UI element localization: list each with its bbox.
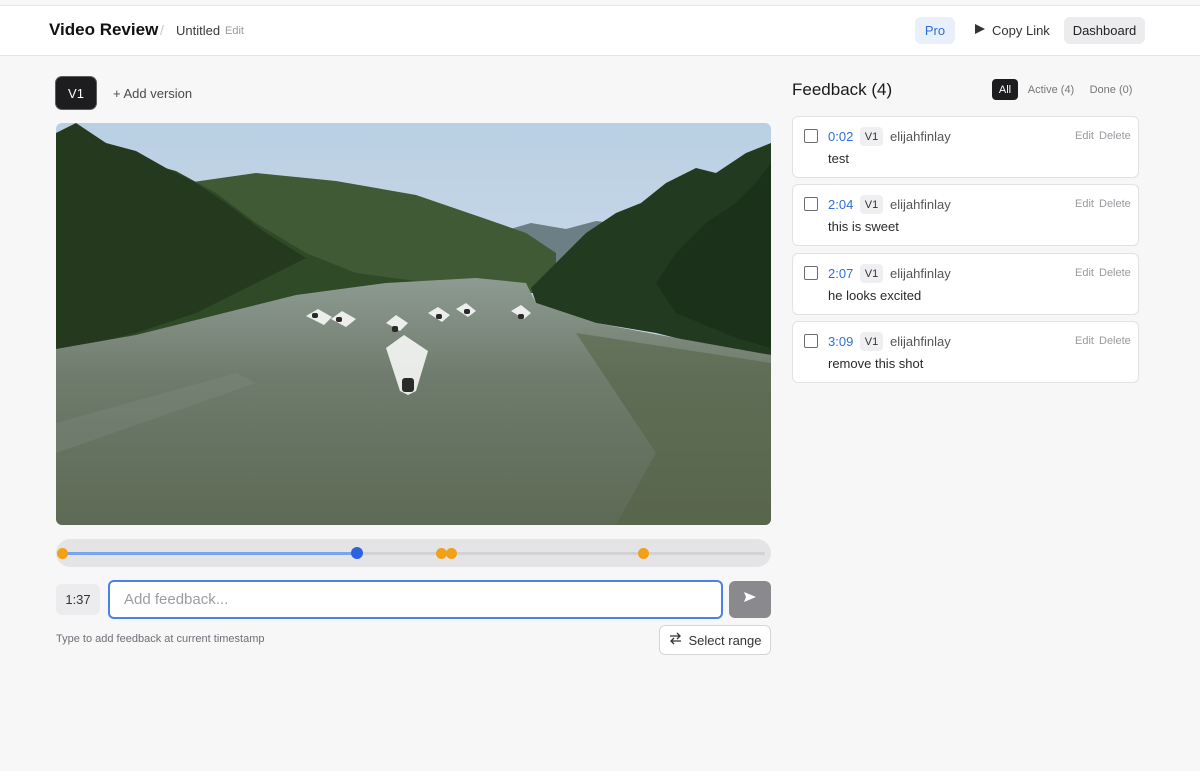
add-version-button[interactable]: + Add version bbox=[113, 86, 192, 101]
feedback-checkbox[interactable] bbox=[804, 129, 818, 143]
feedback-input[interactable] bbox=[108, 580, 723, 619]
feedback-text: this is sweet bbox=[828, 219, 899, 234]
feedback-edit-link[interactable]: Edit bbox=[1075, 198, 1094, 210]
timeline-marker[interactable] bbox=[446, 548, 457, 559]
copy-link-button[interactable]: Copy Link bbox=[966, 17, 1058, 44]
feedback-checkbox[interactable] bbox=[804, 266, 818, 280]
filter-active[interactable]: Active (4) bbox=[1024, 79, 1078, 100]
feedback-author: elijahfinlay bbox=[890, 197, 951, 212]
feedback-panel-title: Feedback (4) bbox=[792, 80, 893, 99]
video-frame-image bbox=[56, 123, 771, 525]
feedback-checkbox[interactable] bbox=[804, 197, 818, 211]
feedback-edit-link[interactable]: Edit bbox=[1075, 335, 1094, 347]
feedback-text: test bbox=[828, 151, 849, 166]
app-title: Video Review bbox=[49, 20, 159, 39]
feedback-item: 2:04 V1 elijahfinlay Edit Delete this is… bbox=[792, 184, 1139, 246]
project-name: Untitled bbox=[176, 23, 221, 38]
feedback-text: he looks excited bbox=[828, 288, 922, 303]
timeline-progress bbox=[62, 552, 358, 555]
version-tab-v1[interactable]: V1 bbox=[56, 77, 96, 109]
feedback-timestamp[interactable]: 2:07 bbox=[828, 266, 853, 281]
feedback-item: 3:09 V1 elijahfinlay Edit Delete remove … bbox=[792, 321, 1139, 383]
feedback-timestamp[interactable]: 2:04 bbox=[828, 197, 853, 212]
breadcrumb-separator: / bbox=[160, 22, 164, 38]
select-range-label: Select range bbox=[688, 632, 762, 648]
feedback-hint: Type to add feedback at current timestam… bbox=[56, 633, 265, 645]
feedback-delete-link[interactable]: Delete bbox=[1099, 130, 1131, 142]
app-header: Video Review / Untitled Edit Pro Copy Li… bbox=[0, 6, 1200, 56]
feedback-item: 0:02 V1 elijahfinlay Edit Delete test bbox=[792, 116, 1139, 178]
feedback-timestamp[interactable]: 0:02 bbox=[828, 129, 853, 144]
feedback-delete-link[interactable]: Delete bbox=[1099, 335, 1131, 347]
project-edit-link[interactable]: Edit bbox=[225, 25, 244, 37]
select-range-button[interactable]: Select range bbox=[659, 625, 771, 655]
play-icon bbox=[974, 23, 986, 38]
feedback-text: remove this shot bbox=[828, 356, 924, 371]
timeline-playhead[interactable] bbox=[351, 547, 364, 559]
feedback-checkbox[interactable] bbox=[804, 334, 818, 348]
video-player[interactable] bbox=[56, 123, 771, 525]
feedback-author: elijahfinlay bbox=[890, 266, 951, 281]
copy-link-label: Copy Link bbox=[992, 23, 1050, 38]
swap-arrows-icon bbox=[669, 632, 682, 648]
feedback-version-tag: V1 bbox=[860, 127, 883, 146]
feedback-version-tag: V1 bbox=[860, 332, 883, 351]
feedback-delete-link[interactable]: Delete bbox=[1099, 267, 1131, 279]
timeline-marker[interactable] bbox=[638, 548, 649, 559]
feedback-version-tag: V1 bbox=[860, 264, 883, 283]
feedback-item: 2:07 V1 elijahfinlay Edit Delete he look… bbox=[792, 253, 1139, 315]
pro-button[interactable]: Pro bbox=[915, 17, 955, 44]
filter-done[interactable]: Done (0) bbox=[1086, 79, 1136, 100]
current-timestamp: 1:37 bbox=[56, 584, 100, 615]
send-icon bbox=[743, 590, 757, 609]
feedback-timestamp[interactable]: 3:09 bbox=[828, 334, 853, 349]
timeline-scrubber[interactable] bbox=[56, 539, 771, 567]
feedback-author: elijahfinlay bbox=[890, 129, 951, 144]
feedback-author: elijahfinlay bbox=[890, 334, 951, 349]
dashboard-button[interactable]: Dashboard bbox=[1064, 17, 1145, 44]
feedback-version-tag: V1 bbox=[860, 195, 883, 214]
feedback-edit-link[interactable]: Edit bbox=[1075, 130, 1094, 142]
feedback-edit-link[interactable]: Edit bbox=[1075, 267, 1094, 279]
send-button[interactable] bbox=[729, 581, 771, 618]
feedback-delete-link[interactable]: Delete bbox=[1099, 198, 1131, 210]
timeline-marker[interactable] bbox=[57, 548, 68, 559]
filter-all[interactable]: All bbox=[992, 79, 1018, 100]
